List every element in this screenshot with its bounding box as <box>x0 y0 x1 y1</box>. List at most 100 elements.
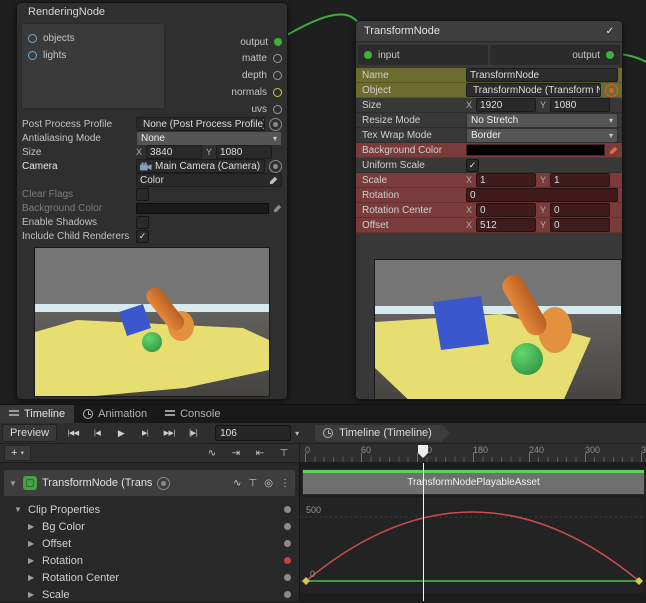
property-indicator-dot[interactable] <box>284 540 291 547</box>
curves-view[interactable]: 500 0 <box>300 497 646 601</box>
property-bg-color[interactable]: ▶ Bg Color <box>0 518 299 535</box>
property-rotation-center[interactable]: ▶ Rotation Center <box>0 569 299 586</box>
playhead-line[interactable] <box>423 463 424 601</box>
wire-output-to-input[interactable] <box>277 15 367 50</box>
timeline-clip[interactable]: TransformNodePlayableAsset <box>302 469 645 495</box>
background-color-swatch[interactable] <box>136 203 269 214</box>
play-range-button[interactable]: [▶] <box>181 425 205 441</box>
eyedropper-icon[interactable] <box>269 176 278 185</box>
property-clip-properties[interactable]: ▼ Clip Properties <box>0 501 299 518</box>
camera-object-field[interactable]: Main Camera (Camera) <box>136 159 265 173</box>
x-axis-label: X <box>466 205 472 215</box>
foldout-closed-icon[interactable]: ▶ <box>28 522 37 531</box>
scale-y-field[interactable]: 1 <box>550 173 610 187</box>
preview-toggle-button[interactable]: Preview <box>2 424 57 442</box>
replace-edit-button[interactable]: ⇤ <box>249 446 271 461</box>
clear-color-field[interactable]: Color <box>136 173 282 187</box>
offset-y-field[interactable]: 0 <box>550 218 610 232</box>
goto-end-button[interactable]: ▶▶| <box>157 425 181 441</box>
clear-flags-checkbox[interactable] <box>136 188 149 201</box>
track-transformnode[interactable]: ▼ TransformNode (Trans ∿ ⊤ ◎ ⋮ <box>3 469 296 497</box>
eyedropper-icon[interactable] <box>609 146 618 155</box>
object-field[interactable]: TransformNode (Transform Nod <box>466 83 601 97</box>
foldout-closed-icon[interactable]: ▶ <box>28 573 37 582</box>
resize-mode-dropdown[interactable]: No Stretch ▾ <box>466 113 618 128</box>
property-indicator-dot[interactable] <box>284 523 291 530</box>
port-output[interactable]: output <box>17 35 287 49</box>
property-scale[interactable]: ▶ Scale <box>0 586 299 603</box>
curves-toggle-button[interactable]: ∿ <box>201 446 223 461</box>
track-pin-button[interactable]: ⊤ <box>249 478 258 489</box>
size-y-field[interactable]: 1080 <box>550 98 610 112</box>
frame-number-field[interactable]: 106 <box>215 425 291 441</box>
size-x-field[interactable]: 3840 <box>146 145 202 159</box>
track-eye-button[interactable]: ◎ <box>264 478 273 489</box>
property-indicator-dot[interactable] <box>284 591 291 598</box>
rendering-node[interactable]: RenderingNode objects lights output matt… <box>16 2 288 400</box>
track-object-picker-icon[interactable] <box>157 477 170 490</box>
track-menu-button[interactable]: ⋮ <box>280 478 290 489</box>
scale-x-field[interactable]: 1 <box>476 173 536 187</box>
timeline-ruler[interactable]: 0 60 120 180 240 300 360 <box>300 444 646 462</box>
background-color-label: Background Color <box>356 145 462 156</box>
port-input[interactable]: input <box>358 45 488 65</box>
include-child-checkbox[interactable]: ✓ <box>136 230 149 243</box>
size-label: Size <box>356 100 462 111</box>
object-picker-icon[interactable] <box>269 118 282 131</box>
curve-max-label: 500 <box>306 505 321 515</box>
marker-track-button[interactable]: ⊤ <box>273 446 295 461</box>
rotation-center-y-field[interactable]: 0 <box>550 203 610 217</box>
object-picker-icon[interactable] <box>269 160 282 173</box>
port-normals[interactable]: normals <box>17 85 287 99</box>
frame-options-dropdown[interactable]: ▾ <box>295 429 299 438</box>
timeline-content[interactable]: TransformNodePlayableAsset 500 0 <box>300 463 646 601</box>
node-header[interactable]: TransformNode ✓ <box>356 21 622 42</box>
camera-icon <box>140 162 152 171</box>
timeline-breadcrumb[interactable]: Timeline (Timeline) <box>315 425 450 442</box>
port-output[interactable]: output <box>490 45 620 65</box>
port-depth[interactable]: depth <box>17 68 287 82</box>
port-uvs[interactable]: uvs <box>17 102 287 116</box>
eyedropper-icon[interactable] <box>273 204 282 213</box>
size-y-field[interactable]: 1080 <box>216 145 272 159</box>
foldout-open-icon[interactable]: ▼ <box>14 505 23 514</box>
object-picker-icon[interactable] <box>605 84 618 97</box>
rotation-record-dot[interactable] <box>284 557 291 564</box>
track-curves-button[interactable]: ∿ <box>233 478 241 489</box>
background-color-label: Background Color <box>22 203 132 214</box>
track-foldout[interactable]: ▼ <box>9 479 18 488</box>
antialiasing-dropdown[interactable]: None ▾ <box>136 131 282 146</box>
uniform-scale-checkbox[interactable]: ✓ <box>466 159 479 172</box>
ripple-edit-button[interactable]: ⇥ <box>225 446 247 461</box>
prev-frame-button[interactable]: |◀ <box>85 425 109 441</box>
enable-shadows-checkbox[interactable] <box>136 216 149 229</box>
property-rotation[interactable]: ▶ Rotation <box>0 552 299 569</box>
rotation-field[interactable]: 0 <box>466 188 618 202</box>
size-x-field[interactable]: 1920 <box>476 98 536 112</box>
tex-wrap-dropdown[interactable]: Border ▾ <box>466 128 618 143</box>
foldout-closed-icon[interactable]: ▶ <box>28 590 37 599</box>
clock-icon <box>323 428 333 438</box>
next-frame-button[interactable]: ▶| <box>133 425 157 441</box>
port-matte[interactable]: matte <box>17 51 287 65</box>
name-field[interactable]: TransformNode <box>466 68 618 82</box>
rotation-center-x-field[interactable]: 0 <box>476 203 536 217</box>
ruler-major-ticks <box>305 453 646 462</box>
offset-x-field[interactable]: 512 <box>476 218 536 232</box>
tab-console[interactable]: Console <box>156 405 229 423</box>
property-offset[interactable]: ▶ Offset <box>0 535 299 552</box>
property-indicator-dot[interactable] <box>284 574 291 581</box>
node-enabled-checkbox[interactable]: ✓ <box>606 26 614 37</box>
foldout-closed-icon[interactable]: ▶ <box>28 539 37 548</box>
goto-start-button[interactable]: |◀◀ <box>61 425 85 441</box>
background-color-swatch[interactable] <box>466 144 605 156</box>
play-button[interactable]: ▶ <box>109 425 133 441</box>
add-track-button[interactable]: + ▾ <box>4 445 31 461</box>
post-process-field[interactable]: None (Post Process Profile) <box>136 117 265 131</box>
tab-animation[interactable]: Animation <box>74 405 156 423</box>
y-axis-label: Y <box>540 100 546 110</box>
tab-timeline[interactable]: Timeline <box>0 405 74 423</box>
node-graph-canvas[interactable]: RenderingNode objects lights output matt… <box>0 0 646 404</box>
foldout-closed-icon[interactable]: ▶ <box>28 556 37 565</box>
transform-node[interactable]: TransformNode ✓ input output Name Transf… <box>355 20 623 400</box>
